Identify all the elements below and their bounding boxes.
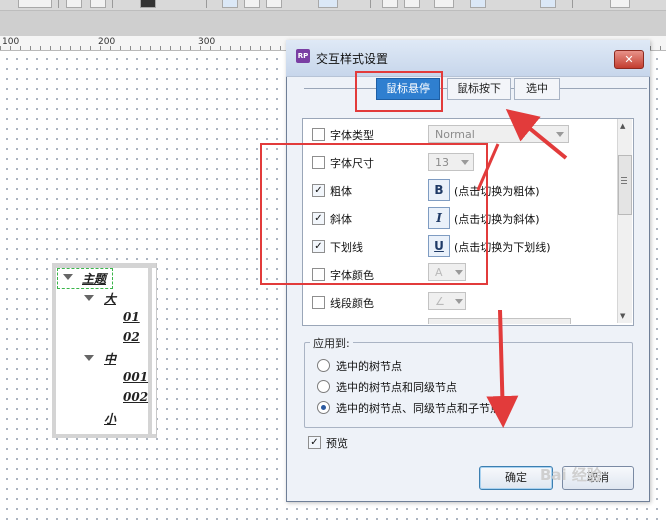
arrow-to-mouse-down-tab [505, 108, 568, 160]
arrow-line [476, 143, 500, 191]
watermark: Bai 经验 [540, 466, 602, 484]
annotation-arrows [476, 108, 568, 428]
arrow-to-apply-option [486, 309, 519, 428]
